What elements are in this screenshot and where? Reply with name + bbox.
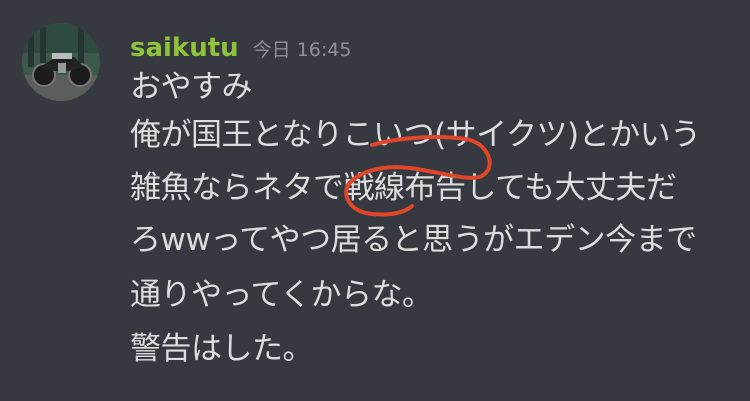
message-line: 俺が国王となりこいつ(サイクツ)とかいう <box>130 117 701 153</box>
user-avatar[interactable] <box>22 23 100 101</box>
username[interactable]: saikutu <box>130 33 239 63</box>
message-line: ろwwってやつ居ると思うがエデン今まで <box>130 222 697 258</box>
motorcycle-icon <box>22 23 100 101</box>
message-line: おやすみ <box>130 69 253 105</box>
message-header: saikutu 今日 16:45 <box>130 33 351 69</box>
message-line: 警告はした。 <box>130 331 314 367</box>
message-line: 通りやってくからな。 <box>130 277 433 313</box>
timestamp: 今日 16:45 <box>252 39 352 61</box>
message-line: 雑魚ならネタで戦線布告しても大丈夫だ <box>130 170 677 206</box>
chat-message: saikutu 今日 16:45 おやすみ 俺が国王となりこいつ(サイクツ)とか… <box>0 0 750 401</box>
